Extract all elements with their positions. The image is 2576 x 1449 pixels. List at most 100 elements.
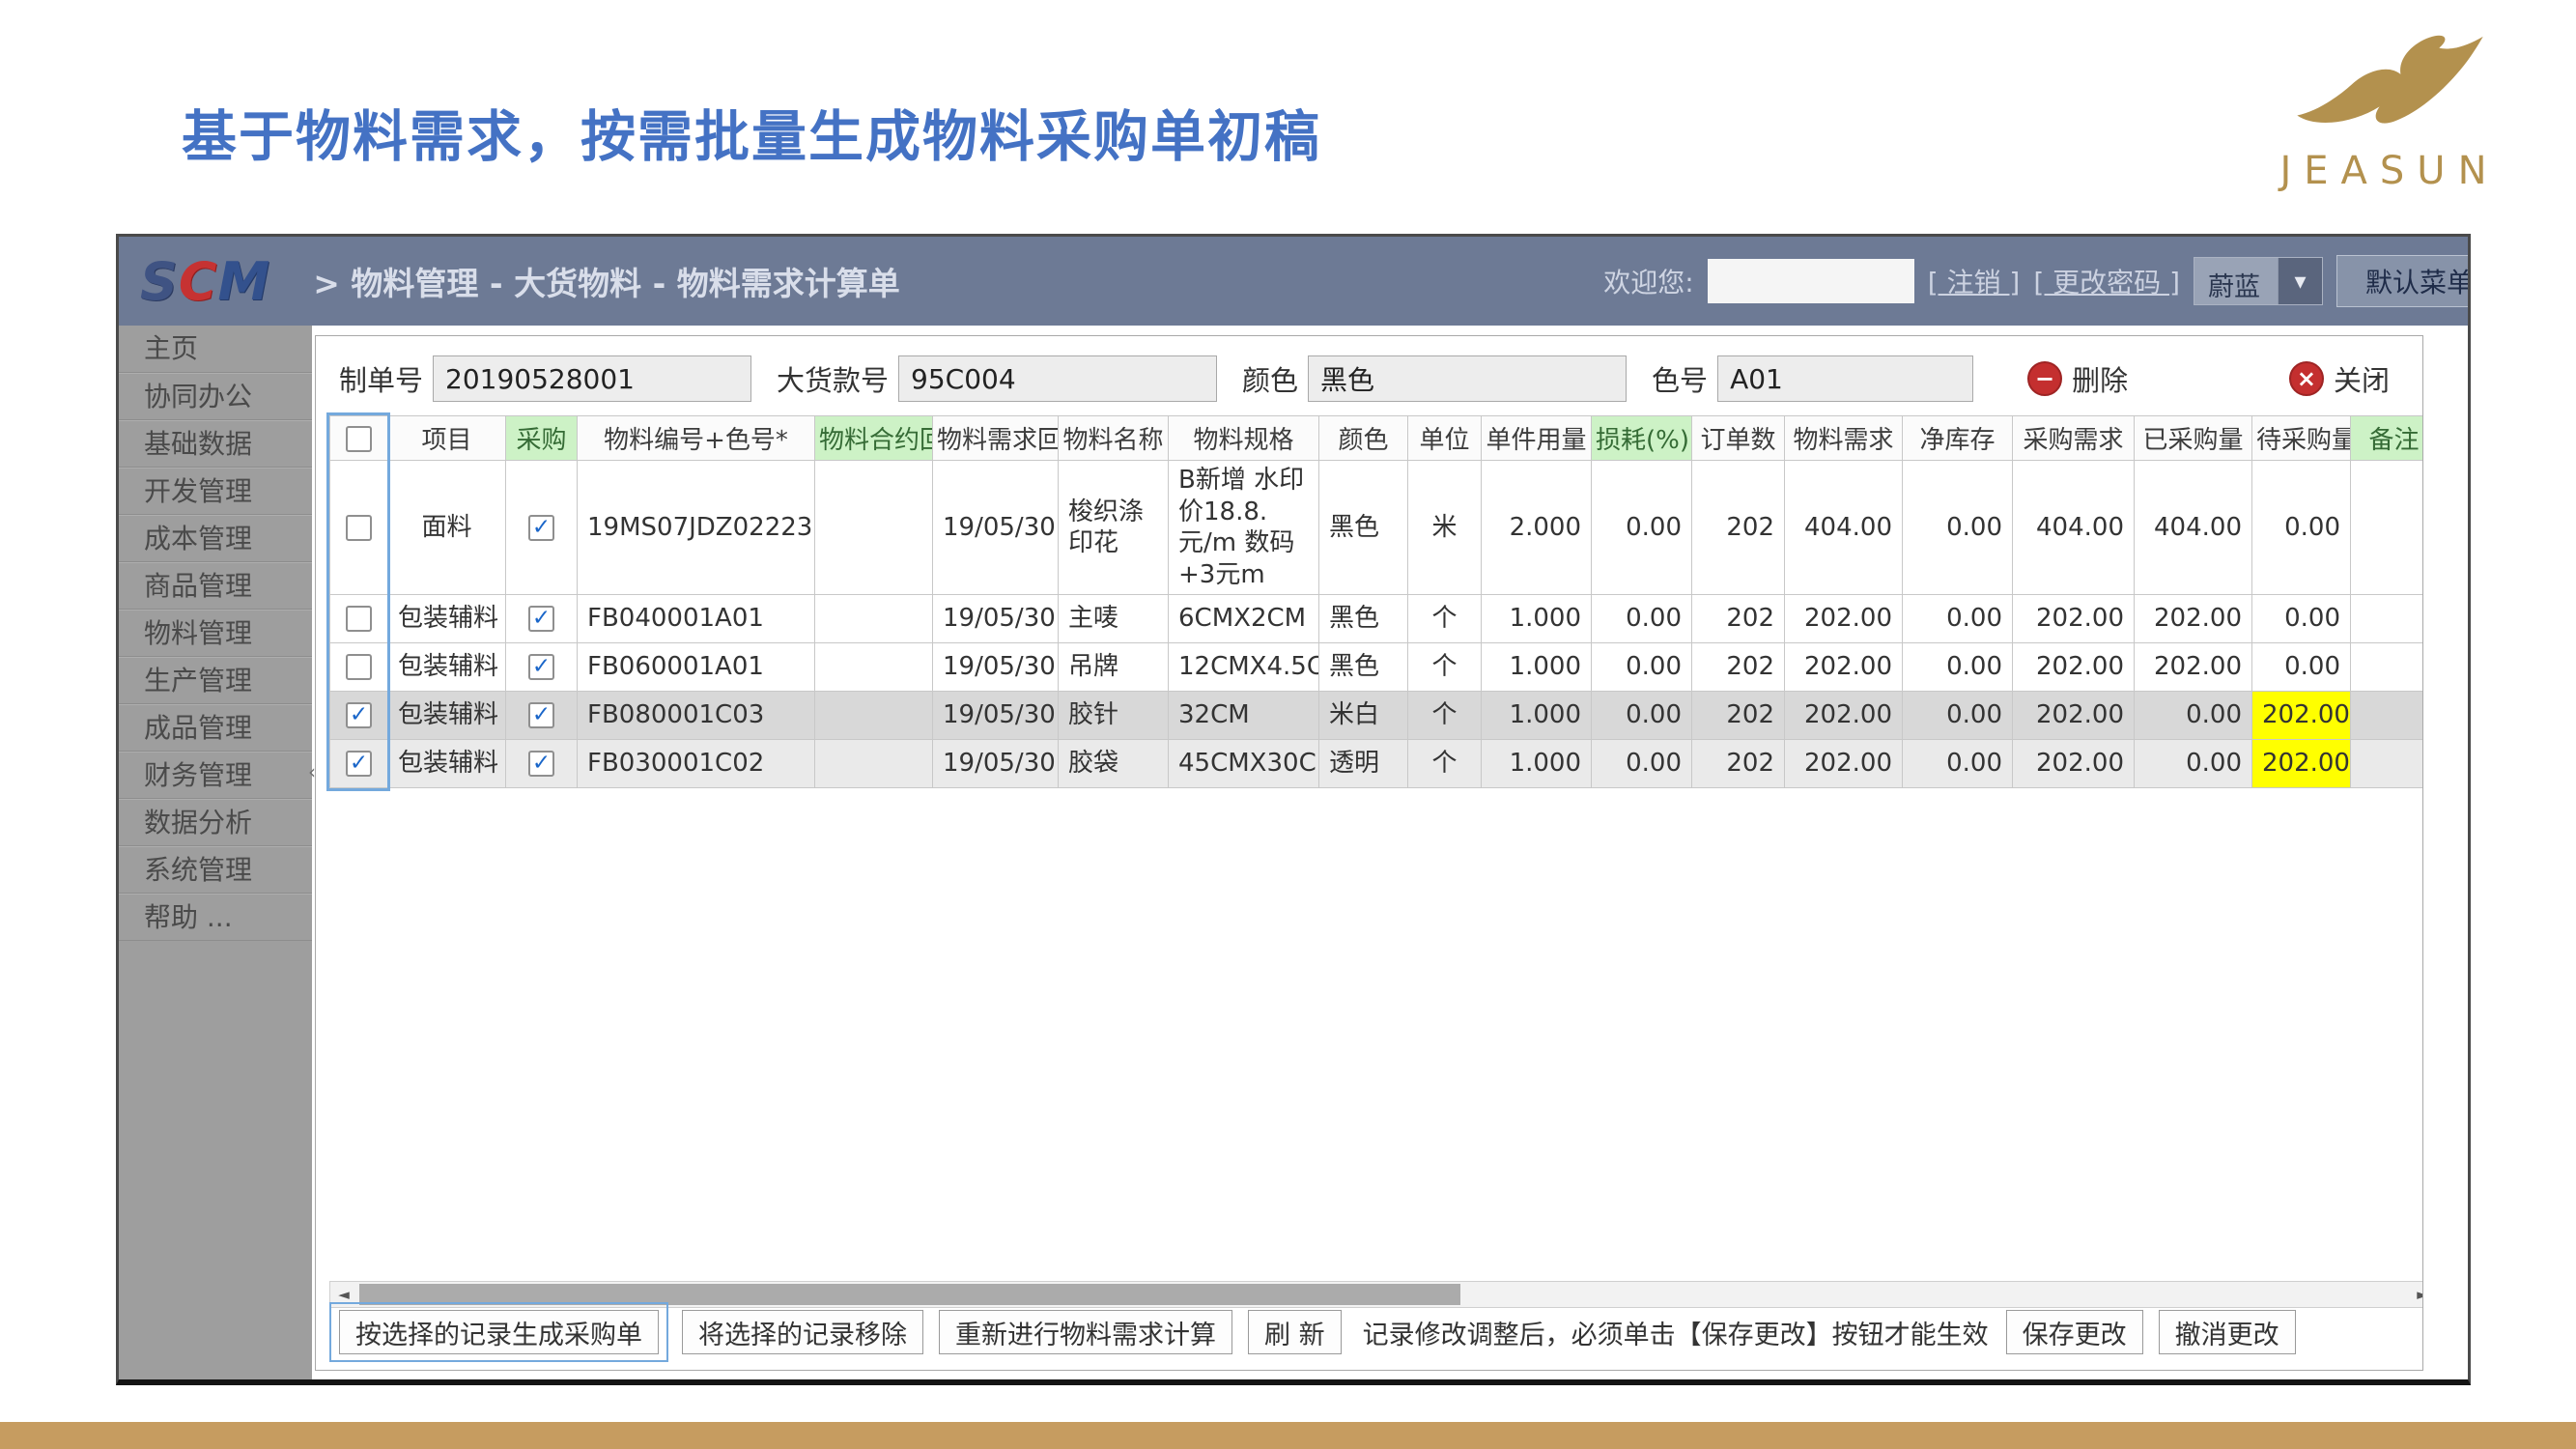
footer-left-buttons: 按选择的记录生成采购单将选择的记录移除重新进行物料需求计算刷 新	[329, 1302, 1357, 1362]
footer-button-2[interactable]: 将选择的记录移除	[682, 1310, 923, 1354]
select-all-checkbox[interactable]	[346, 426, 372, 452]
table-header-row: 项目采购物料编号+色号*物料合约回货物料需求回货物料名称物料规格颜色单位单件用量…	[330, 416, 2424, 461]
app-header-right: 欢迎您: [ 注销 ] [ 更改密码 ] 蔚蓝 ▾ 默认菜单	[1603, 237, 2471, 326]
cell-purchased_qty: 404.00	[2135, 461, 2252, 595]
sidebar-item-4[interactable]: 开发管理	[119, 468, 312, 515]
purchase-checkbox[interactable]: ✓	[528, 751, 554, 777]
cell-to_purchase_qty: 0.00	[2252, 595, 2351, 643]
cell-purchase_demand: 202.00	[2013, 643, 2135, 692]
close-x-icon: ×	[2289, 361, 2324, 396]
col-header-4: 物料编号+色号*	[578, 416, 815, 461]
delete-button[interactable]: − 删除	[2027, 358, 2128, 399]
sidebar-item-3[interactable]: 基础数据	[119, 420, 312, 468]
cell-unit_usage: 2.000	[1482, 461, 1592, 595]
theme-select-value: 蔚蓝	[2194, 258, 2278, 304]
cell-name: 胶袋	[1059, 740, 1169, 788]
footer-button-1[interactable]: 按选择的记录生成采购单	[339, 1310, 659, 1354]
footer-right-button-2[interactable]: 撤消更改	[2159, 1310, 2296, 1354]
cell-name: 吊牌	[1059, 643, 1169, 692]
cell-material_demand: 202.00	[1785, 692, 1903, 740]
table-row: 面料✓19MS07JDZ022236A19/05/30梭织涤印花B新增 水印价1…	[330, 461, 2424, 595]
cell-unit: 个	[1408, 643, 1482, 692]
cell-order_qty: 202	[1692, 461, 1785, 595]
footer-button-3[interactable]: 重新进行物料需求计算	[939, 1310, 1232, 1354]
page-title: 基于物料需求，按需批量生成物料采购单初稿	[182, 93, 1321, 172]
field-input-4[interactable]	[1717, 355, 1973, 402]
col-header-3: 采购	[506, 416, 578, 461]
username-redacted	[1708, 259, 1914, 303]
cell-demand_reply: 19/05/30	[933, 692, 1059, 740]
table-row: 包装辅料✓FB060001A0119/05/30吊牌12CMX4.5CM黑色个1…	[330, 643, 2424, 692]
sidebar-item-6[interactable]: 商品管理	[119, 562, 312, 610]
field-input-2[interactable]	[898, 355, 1217, 402]
purchase-checkbox[interactable]: ✓	[528, 654, 554, 680]
cell-unit: 个	[1408, 692, 1482, 740]
field-input-1[interactable]	[433, 355, 751, 402]
cell-purchased_qty: 0.00	[2135, 692, 2252, 740]
chevron-down-icon[interactable]: ▾	[2278, 258, 2322, 304]
sidebar-item-13[interactable]: 帮助 ...	[119, 894, 312, 941]
close-button[interactable]: × 关闭	[2289, 358, 2390, 399]
cell-code: FB060001A01	[578, 643, 815, 692]
sidebar-item-2[interactable]: 协同办公	[119, 373, 312, 420]
table-row: ✓包装辅料✓FB080001C0319/05/30胶针32CM米白个1.0000…	[330, 692, 2424, 740]
theme-select[interactable]: 蔚蓝 ▾	[2194, 257, 2323, 305]
cell-material_demand: 202.00	[1785, 595, 1903, 643]
cell-spec: B新增 水印价18.8.元/m 数码+3元m	[1169, 461, 1319, 595]
sidebar-item-9[interactable]: 成品管理	[119, 704, 312, 752]
sidebar-item-12[interactable]: 系统管理	[119, 846, 312, 894]
field-label-4: 色号	[1652, 358, 1708, 399]
field-input-3[interactable]	[1308, 355, 1627, 402]
cell-order_qty: 202	[1692, 595, 1785, 643]
sidebar-item-5[interactable]: 成本管理	[119, 515, 312, 562]
cell-loss_pct: 0.00	[1592, 643, 1692, 692]
material-table: 项目采购物料编号+色号*物料合约回货物料需求回货物料名称物料规格颜色单位单件用量…	[329, 415, 2423, 788]
default-menu-button[interactable]: 默认菜单	[2336, 255, 2471, 307]
cell-net_stock: 0.00	[1903, 461, 2013, 595]
sidebar-item-11[interactable]: 数据分析	[119, 799, 312, 846]
cell-net_stock: 0.00	[1903, 643, 2013, 692]
cell-item: 面料	[388, 461, 506, 595]
sidebar-item-1[interactable]: 主页	[119, 326, 312, 373]
cell-code: FB080001C03	[578, 692, 815, 740]
app-header: SCM > 物料管理 - 大货物料 - 物料需求计算单 欢迎您: [ 注销 ] …	[119, 237, 2468, 326]
purchase-checkbox[interactable]: ✓	[528, 606, 554, 632]
sidebar-collapse-handle[interactable]: ‹	[308, 760, 316, 783]
footer-right-button-1[interactable]: 保存更改	[2006, 1310, 2143, 1354]
footer-button-4[interactable]: 刷 新	[1248, 1310, 1342, 1354]
cell-unit: 个	[1408, 740, 1482, 788]
cell-unit_usage: 1.000	[1482, 595, 1592, 643]
purchase-checkbox[interactable]: ✓	[528, 702, 554, 728]
sidebar-item-10[interactable]: 财务管理	[119, 752, 312, 799]
cell-material_demand: 202.00	[1785, 643, 1903, 692]
row-checkbox[interactable]: ✓	[346, 751, 372, 777]
cell-remark	[2351, 643, 2424, 692]
scroll-right-arrow-icon[interactable]: ►	[2409, 1286, 2423, 1303]
footer-toolbar: 按选择的记录生成采购单将选择的记录移除重新进行物料需求计算刷 新 记录修改调整后…	[329, 1302, 2311, 1362]
scroll-left-arrow-icon[interactable]: ◄	[330, 1286, 357, 1303]
cell-purchased_qty: 202.00	[2135, 643, 2252, 692]
sidebar-item-8[interactable]: 生产管理	[119, 657, 312, 704]
content-panel: 制单号大货款号颜色色号 − 删除 × 关闭 项目采购物料编号+色号*物料合约回货…	[315, 335, 2423, 1371]
row-checkbox[interactable]: ✓	[346, 702, 372, 728]
cell-demand_reply: 19/05/30	[933, 643, 1059, 692]
change-password-link[interactable]: [ 更改密码 ]	[2033, 262, 2180, 300]
field-label-3: 颜色	[1242, 358, 1298, 399]
row-checkbox[interactable]	[346, 515, 372, 541]
row-checkbox[interactable]	[346, 606, 372, 632]
col-header-6: 物料需求回货	[933, 416, 1059, 461]
footer-right-buttons: 保存更改撤消更改	[2006, 1310, 2311, 1354]
col-header-8: 物料规格	[1169, 416, 1319, 461]
app-body: 主页协同办公基础数据开发管理成本管理商品管理物料管理生产管理成品管理财务管理数据…	[119, 326, 2468, 1379]
field-label-1: 制单号	[339, 358, 423, 399]
row-checkbox[interactable]	[346, 654, 372, 680]
toolbar: 制单号大货款号颜色色号 − 删除 × 关闭	[331, 352, 2407, 406]
cell-code: FB040001A01	[578, 595, 815, 643]
cell-contract_reply	[815, 595, 933, 643]
logout-link[interactable]: [ 注销 ]	[1928, 262, 2021, 300]
annotation-generate-button: 按选择的记录生成采购单	[329, 1302, 668, 1362]
col-header-9: 颜色	[1319, 416, 1408, 461]
sidebar-item-7[interactable]: 物料管理	[119, 610, 312, 657]
purchase-checkbox[interactable]: ✓	[528, 515, 554, 541]
col-header-12: 损耗(%)	[1592, 416, 1692, 461]
